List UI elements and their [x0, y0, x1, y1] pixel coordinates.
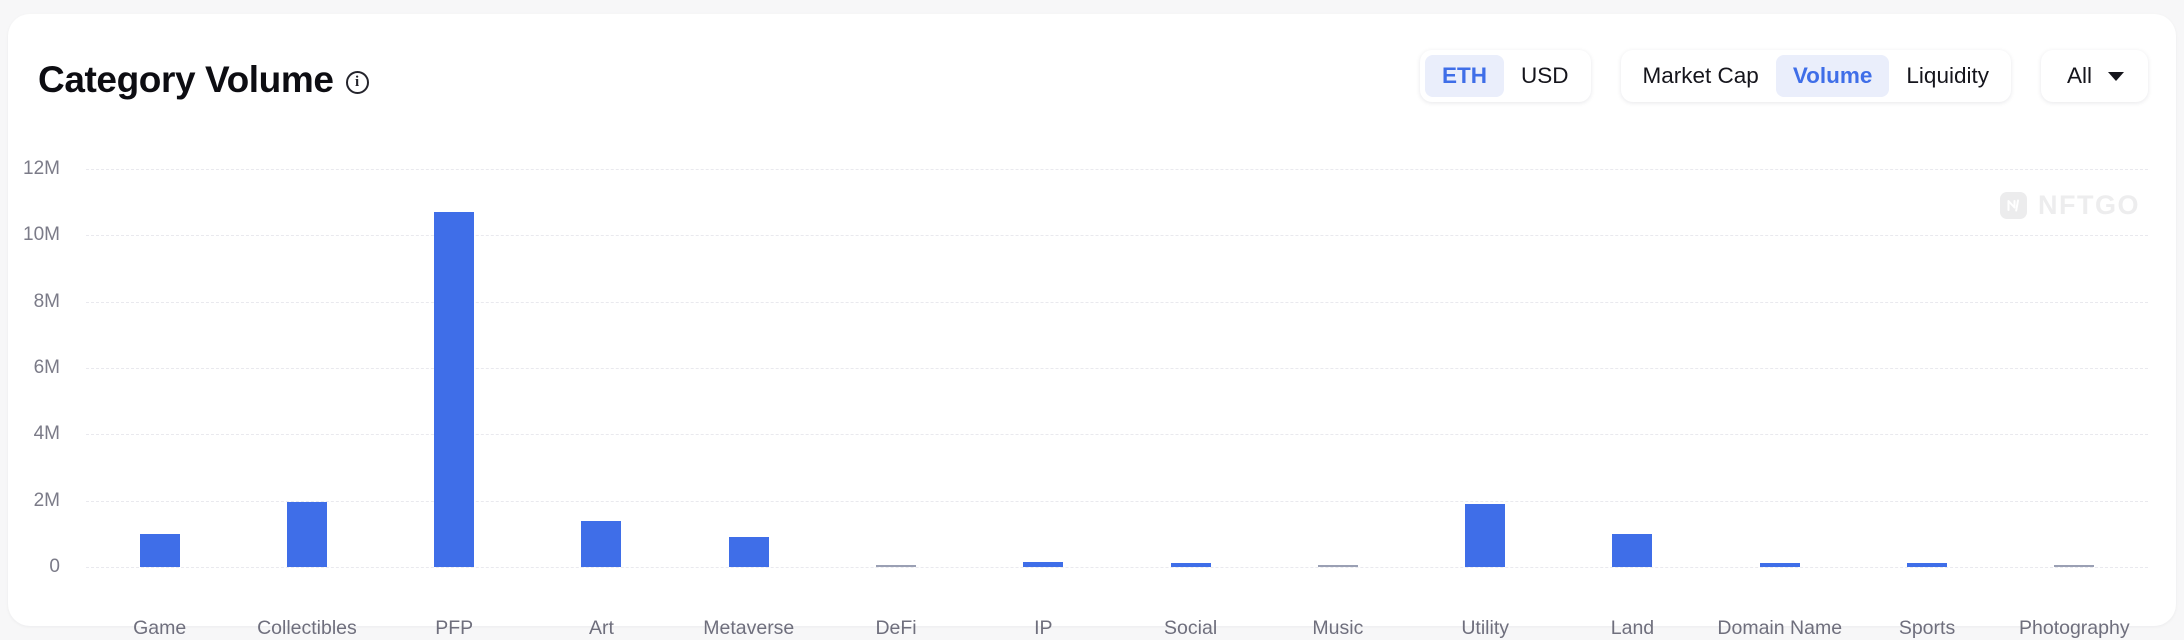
bar-slot[interactable]: DeFi [822, 169, 969, 567]
y-axis-tick-label: 4M [0, 423, 60, 445]
chart-controls: ETH USD Market Cap Volume Liquidity All [1420, 50, 2148, 102]
bar[interactable] [1760, 563, 1800, 567]
bar[interactable] [1023, 562, 1063, 567]
bar[interactable] [1171, 563, 1211, 567]
currency-toggle-group: ETH USD [1420, 50, 1591, 102]
bar[interactable] [1612, 534, 1652, 567]
bar-slot[interactable]: Music [1264, 169, 1411, 567]
bar[interactable] [434, 212, 474, 567]
bar[interactable] [876, 565, 916, 568]
bar-slot[interactable]: Art [528, 169, 675, 567]
bar-slot[interactable]: Sports [1853, 169, 2000, 567]
bar-slot[interactable]: Photography [2001, 169, 2148, 567]
x-axis-tick-label: Social [1164, 617, 1217, 640]
plot-area: 02M4M6M8M10M12M GameCollectiblesPFPArtMe… [86, 169, 2148, 567]
gridline [86, 567, 2148, 568]
bar[interactable] [581, 521, 621, 567]
currency-option-usd[interactable]: USD [1504, 55, 1586, 97]
bar-slot[interactable]: Utility [1412, 169, 1559, 567]
page-title: Category Volume [38, 59, 334, 101]
y-axis-tick-label: 0 [0, 556, 60, 578]
bar-slot[interactable]: PFP [381, 169, 528, 567]
x-axis-tick-label: IP [1034, 617, 1052, 640]
x-axis-tick-label: Domain Name [1717, 617, 1842, 640]
bar-slot[interactable]: Metaverse [675, 169, 822, 567]
x-axis-tick-label: Metaverse [703, 617, 794, 640]
bar-slot[interactable]: Collectibles [233, 169, 380, 567]
category-volume-card: Category Volume i ETH USD Market Cap Vol… [8, 14, 2176, 626]
x-axis-tick-label: Land [1611, 617, 1654, 640]
bar-slot[interactable]: IP [970, 169, 1117, 567]
y-axis-tick-label: 10M [0, 224, 60, 246]
card-header: Category Volume i ETH USD Market Cap Vol… [8, 14, 2176, 130]
bars-layer: GameCollectiblesPFPArtMetaverseDeFiIPSoc… [86, 169, 2148, 567]
metric-option-market-cap[interactable]: Market Cap [1626, 55, 1776, 97]
x-axis-tick-label: Collectibles [257, 617, 357, 640]
bar[interactable] [1318, 565, 1358, 568]
y-axis-tick-label: 12M [0, 158, 60, 180]
currency-option-eth[interactable]: ETH [1425, 55, 1504, 97]
title-group: Category Volume i [38, 59, 369, 101]
x-axis-tick-label: Sports [1899, 617, 1955, 640]
bar[interactable] [2054, 565, 2094, 568]
x-axis-tick-label: PFP [435, 617, 473, 640]
chevron-down-icon [2108, 72, 2124, 81]
bar-slot[interactable]: Social [1117, 169, 1264, 567]
metric-toggle-group: Market Cap Volume Liquidity [1621, 50, 2011, 102]
bar[interactable] [729, 537, 769, 567]
bar[interactable] [140, 534, 180, 567]
bar[interactable] [1465, 504, 1505, 567]
x-axis-tick-label: Photography [2019, 617, 2130, 640]
time-range-value: All [2067, 63, 2092, 89]
bar[interactable] [1907, 563, 1947, 567]
y-axis-tick-label: 8M [0, 291, 60, 313]
info-icon[interactable]: i [346, 71, 369, 94]
x-axis-tick-label: Music [1312, 617, 1363, 640]
bar-chart: NFTGO 02M4M6M8M10M12M GameCollectiblesPF… [8, 130, 2176, 626]
metric-option-liquidity[interactable]: Liquidity [1889, 55, 2006, 97]
y-axis-tick-label: 6M [0, 357, 60, 379]
x-axis-tick-label: Utility [1461, 617, 1509, 640]
time-range-dropdown[interactable]: All [2041, 50, 2148, 102]
bar-slot[interactable]: Domain Name [1706, 169, 1853, 567]
y-axis-tick-label: 2M [0, 490, 60, 512]
metric-option-volume[interactable]: Volume [1776, 55, 1890, 97]
bar-slot[interactable]: Game [86, 169, 233, 567]
x-axis-tick-label: Art [589, 617, 614, 640]
bar[interactable] [287, 502, 327, 567]
x-axis-tick-label: DeFi [875, 617, 916, 640]
bar-slot[interactable]: Land [1559, 169, 1706, 567]
x-axis-tick-label: Game [133, 617, 186, 640]
